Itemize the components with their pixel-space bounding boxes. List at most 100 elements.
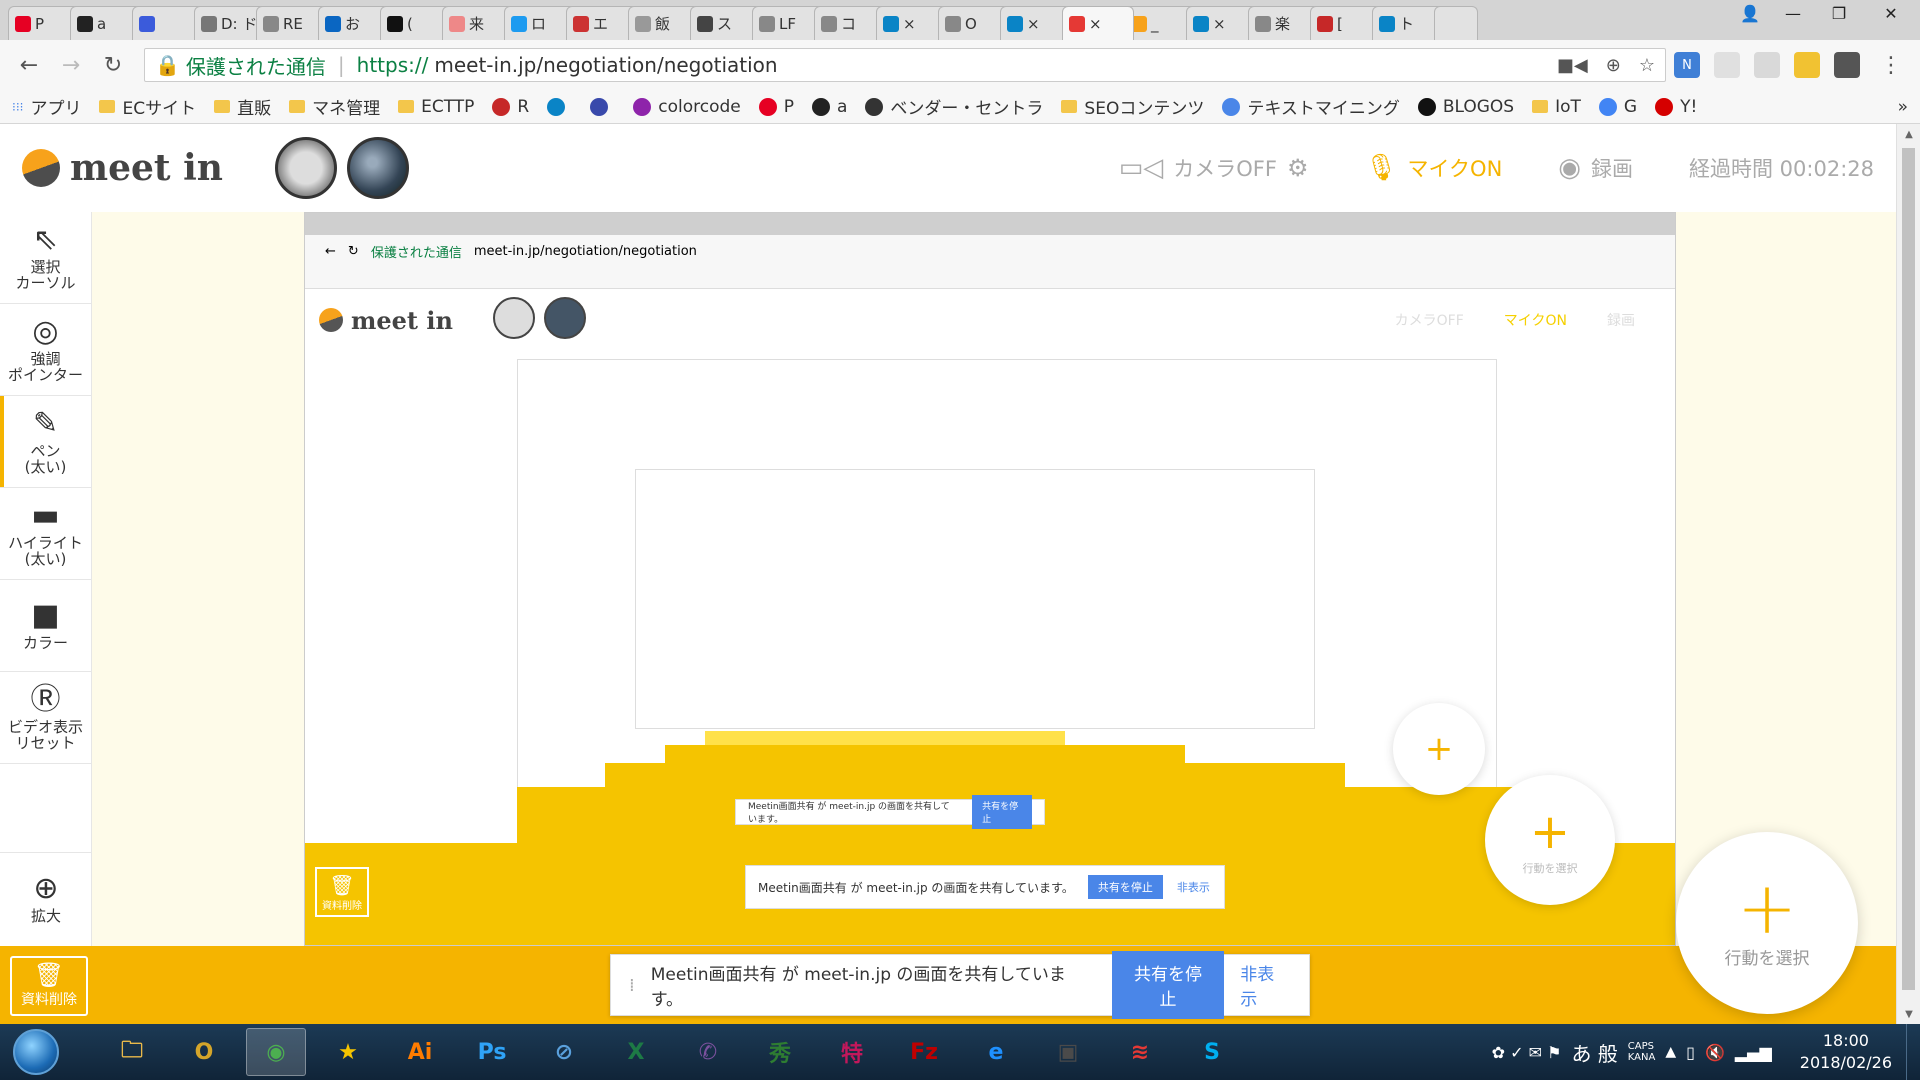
chrome-icon[interactable]: ◉ bbox=[246, 1028, 306, 1076]
bookmark-item[interactable]: G bbox=[1598, 96, 1638, 117]
scroll-down-arrow-icon[interactable]: ▼ bbox=[1897, 1004, 1920, 1024]
app-hide-icon[interactable]: 秀 bbox=[750, 1028, 810, 1076]
bookmark-label: G bbox=[1623, 96, 1638, 117]
stack-icon[interactable]: ≋ bbox=[1110, 1028, 1170, 1076]
gear-icon[interactable]: ⚙ bbox=[1287, 154, 1309, 182]
ime-indicator[interactable]: あ 般 bbox=[1571, 1038, 1617, 1067]
taskbar-apps: 🗀 O ◉ ★ Ai Ps ⊘ X ✆ 秀特 Fz e ▣ ≋ S bbox=[102, 1028, 1242, 1076]
skype-icon[interactable]: S bbox=[1182, 1028, 1242, 1076]
bookmark-item[interactable]: ⁝⁝⁝ アプリ bbox=[12, 94, 81, 119]
scrollbar-thumb[interactable] bbox=[1902, 148, 1915, 990]
elapsed-label: 経過時間 bbox=[1688, 157, 1773, 181]
page-scrollbar[interactable]: ▲ ▼ bbox=[1896, 124, 1920, 1024]
bookmark-favicon-icon bbox=[633, 97, 652, 116]
clock[interactable]: 18:00 2018/02/26 bbox=[1800, 1030, 1892, 1074]
safari-icon[interactable]: ⊘ bbox=[534, 1028, 594, 1076]
tool-emphasis-pointer[interactable]: ◎ 強調 ポインター bbox=[0, 304, 91, 396]
extension-new-icon[interactable]: N bbox=[1674, 52, 1700, 78]
bookmark-item[interactable]: テキストマイニング bbox=[1222, 94, 1400, 119]
bookmark-item[interactable]: ベンダー・セントラ bbox=[865, 94, 1043, 119]
avatar-self[interactable] bbox=[274, 137, 337, 199]
favorites-icon[interactable]: ★ bbox=[318, 1028, 378, 1076]
back-button[interactable]: ← bbox=[12, 48, 46, 82]
avatar-guest[interactable] bbox=[346, 137, 409, 199]
hide-notice-link[interactable]: 非表示 bbox=[1240, 960, 1291, 1010]
volume-muted-icon[interactable]: 🔇 bbox=[1705, 1043, 1725, 1062]
camera-toggle[interactable]: ▭◁ カメラOFF ⚙ bbox=[1119, 153, 1309, 183]
bookmark-item[interactable] bbox=[547, 97, 572, 116]
tool-select-cursor[interactable]: ⇖ 選択 カーソル bbox=[0, 212, 91, 304]
bookmark-item[interactable]: colorcode bbox=[633, 97, 741, 117]
new-tab-button[interactable] bbox=[1434, 6, 1478, 40]
monitor-icon[interactable]: ▣ bbox=[1038, 1028, 1098, 1076]
ie-icon[interactable]: e bbox=[966, 1028, 1026, 1076]
extension-folder-icon[interactable] bbox=[1794, 52, 1820, 78]
close-window-button[interactable]: ✕ bbox=[1862, 0, 1920, 26]
drag-handle-icon[interactable]: ⁞ bbox=[629, 975, 635, 996]
bookmark-item[interactable]: ECTTP bbox=[398, 97, 474, 117]
tray-expand-icon[interactable]: ▲ bbox=[1665, 1044, 1676, 1060]
delete-material-button[interactable]: 🗑 資料削除 bbox=[10, 956, 88, 1016]
filezilla-icon[interactable]: Fz bbox=[894, 1028, 954, 1076]
zoom-icon[interactable]: ⊕ bbox=[1606, 55, 1621, 76]
shared-screen-area[interactable]: ← ↻ 保護された通信 meet-in.jp/negotiation/negot… bbox=[92, 212, 1896, 946]
bookmark-item[interactable]: BLOGOS bbox=[1417, 97, 1514, 117]
bookmark-star-icon[interactable]: ☆ bbox=[1639, 55, 1655, 76]
stop-sharing-button[interactable]: 共有を停止 bbox=[1111, 951, 1225, 1019]
select-action-button[interactable]: + 行動を選択 bbox=[1676, 832, 1858, 1014]
app-toku-icon[interactable]: 特 bbox=[822, 1028, 882, 1076]
illustrator-icon[interactable]: Ai bbox=[390, 1028, 450, 1076]
bookmark-item[interactable]: IoT bbox=[1532, 97, 1581, 117]
tool-highlight-thick[interactable]: ▬ ハイライト (太い) bbox=[0, 488, 91, 580]
tool-pen-thick[interactable]: ✎ ペン (太い) bbox=[0, 396, 91, 488]
excel-icon[interactable]: X bbox=[606, 1028, 666, 1076]
tool-label: カラー bbox=[22, 633, 68, 652]
chrome-menu-icon[interactable]: ⋮ bbox=[1874, 48, 1908, 82]
bookmark-favicon-icon bbox=[492, 97, 511, 116]
tool-color[interactable]: ■ カラー bbox=[0, 580, 91, 672]
bookmark-item[interactable]: SEOコンテンツ bbox=[1061, 94, 1204, 119]
bookmark-item[interactable]: Y! bbox=[1655, 97, 1697, 117]
outlook-icon[interactable]: O bbox=[174, 1028, 234, 1076]
tool-label: ペン (太い) bbox=[24, 441, 67, 476]
zoom-tool[interactable]: ⊕ 拡大 bbox=[0, 852, 92, 944]
tab-favicon-icon bbox=[573, 15, 589, 32]
bookmark-item[interactable]: P bbox=[758, 97, 794, 117]
shared-logo-mark-icon bbox=[319, 308, 343, 332]
bookmark-item[interactable]: マネ管理 bbox=[289, 94, 380, 119]
viber-icon[interactable]: ✆ bbox=[678, 1028, 738, 1076]
battery-icon[interactable]: ▯ bbox=[1686, 1043, 1695, 1062]
tray-icons[interactable]: ✿ ✓ ✉ ⚑ bbox=[1492, 1043, 1562, 1062]
camera-blocked-icon[interactable]: ■◀ bbox=[1557, 55, 1588, 76]
scroll-up-arrow-icon[interactable]: ▲ bbox=[1897, 124, 1920, 144]
tab-title: O bbox=[965, 14, 977, 33]
bookmark-item[interactable] bbox=[590, 97, 615, 116]
bookmark-item[interactable]: 直販 bbox=[214, 94, 271, 119]
nested-hide-link: 非表示 bbox=[1176, 881, 1210, 894]
photoshop-icon[interactable]: Ps bbox=[462, 1028, 522, 1076]
start-button[interactable] bbox=[0, 1024, 72, 1080]
bookmark-item[interactable]: R bbox=[492, 97, 529, 117]
mic-toggle[interactable]: 🎙 マイクON bbox=[1364, 153, 1502, 183]
reload-button[interactable]: ↻ bbox=[96, 48, 130, 82]
tab-title: お bbox=[345, 15, 361, 33]
forward-button[interactable]: → bbox=[54, 48, 88, 82]
more-bookmarks-icon[interactable]: » bbox=[1898, 97, 1908, 117]
explorer-icon[interactable]: 🗀 bbox=[102, 1028, 162, 1076]
network-signal-icon[interactable]: ▂▄▆ bbox=[1735, 1043, 1772, 1062]
address-bar[interactable]: 🔒 保護された通信 | https://meet-in.jp/negotiati… bbox=[144, 48, 1666, 82]
record-button[interactable]: ◉ 録画 bbox=[1558, 153, 1633, 183]
show-desktop-button[interactable] bbox=[1906, 1024, 1920, 1080]
browser-tab[interactable]: × bbox=[1062, 6, 1134, 40]
extension-pdf-icon[interactable] bbox=[1754, 52, 1780, 78]
secure-indicator[interactable]: 🔒 保護された通信 bbox=[155, 51, 326, 80]
profile-icon[interactable]: 👤 bbox=[1730, 0, 1770, 26]
maximize-button[interactable]: ❐ bbox=[1816, 0, 1862, 26]
tab-title: コ bbox=[841, 15, 857, 33]
tool-video-reset[interactable]: Ⓡ ビデオ表示 リセット bbox=[0, 672, 91, 764]
bookmark-item[interactable]: ECサイト bbox=[99, 94, 196, 119]
bookmark-item[interactable]: a bbox=[812, 97, 847, 117]
minimize-button[interactable]: — bbox=[1770, 0, 1816, 26]
extension-gray-icon[interactable] bbox=[1714, 52, 1740, 78]
extension-video-icon[interactable] bbox=[1834, 52, 1860, 78]
